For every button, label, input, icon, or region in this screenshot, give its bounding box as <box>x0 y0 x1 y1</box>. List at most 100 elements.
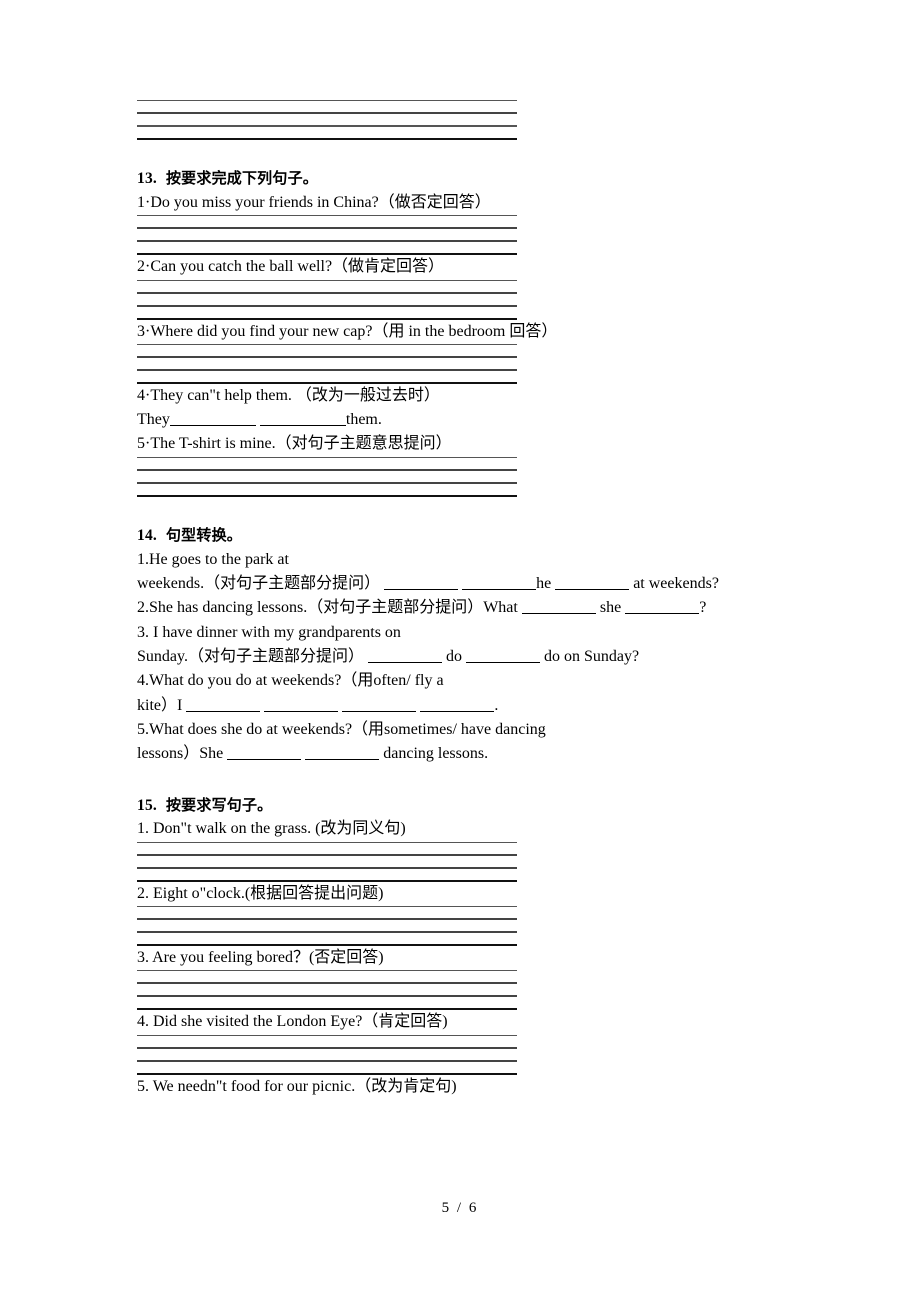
answer-rule <box>137 853 517 856</box>
question-mid: he <box>536 575 552 593</box>
question-suffix: do on Sunday? <box>543 647 640 665</box>
answer-rules-continued <box>137 100 797 140</box>
answer-rule <box>137 355 517 358</box>
answer-blank[interactable] <box>259 409 346 427</box>
question-14-4-line1: 4.What do you do at weekends?（用often/ fl… <box>137 672 444 690</box>
answer-lines-13-1 <box>137 215 797 256</box>
answer-lines-13-5 <box>137 456 797 497</box>
question-suffix: ? <box>699 599 707 617</box>
answer-blank[interactable] <box>186 695 261 712</box>
answer-lines-15-4 <box>137 1034 797 1075</box>
section-15-number: 15. <box>137 796 157 814</box>
page-number: 5 / 6 <box>441 1200 479 1216</box>
answer-blank[interactable] <box>169 409 256 427</box>
answer-rule <box>137 456 517 458</box>
answer-rule <box>137 343 517 345</box>
question-14-3-line2: Sunday.（对句子主题部分提问） do do on Sunday? <box>137 645 797 669</box>
answer-rule <box>137 112 517 114</box>
answer-rule <box>137 1059 517 1062</box>
answer-rule <box>137 304 517 307</box>
question-14-5-line2: lessons）She dancing lessons. <box>137 742 797 766</box>
answer-rule <box>137 125 517 127</box>
section-14-heading: 14. 句型转换。 <box>137 525 797 547</box>
question-13-4: 4·They can"t help them. （改为一般过去时） <box>137 386 440 404</box>
answer-blank[interactable] <box>342 695 417 712</box>
question-13-1: 1·Do you miss your friends in China?（做否定… <box>137 193 491 211</box>
page-content: 13. 按要求完成下列句子。 1·Do you miss your friends… <box>137 100 797 1099</box>
answer-blank[interactable] <box>555 573 630 591</box>
section-15: 15. 按要求写句子。 1. Don"t walk on the grass. (… <box>137 795 797 1099</box>
question-14-2: 2.She has dancing lessons.（对句子主题部分提问）Wha… <box>137 596 797 620</box>
answer-prefix: They <box>137 411 170 429</box>
answer-blank[interactable] <box>465 646 540 663</box>
section-13-title: 按要求完成下列句子。 <box>165 169 318 187</box>
answer-rule <box>137 841 517 843</box>
answer-rule <box>137 291 517 294</box>
answer-blank[interactable] <box>521 597 596 615</box>
question-prefix: weekends.（对句子主题部分提问） <box>137 575 381 593</box>
worksheet-page: 13. 按要求完成下列句子。 1·Do you miss your friends… <box>0 0 920 1302</box>
answer-blank[interactable] <box>367 646 442 663</box>
answer-rule <box>137 866 517 869</box>
answer-rule <box>137 970 517 972</box>
answer-rule <box>137 481 517 484</box>
answer-rule <box>137 918 517 921</box>
answer-blank[interactable] <box>462 573 537 591</box>
answer-lines-15-1 <box>137 841 797 882</box>
answer-rule <box>137 279 517 281</box>
question-14-1-line2: weekends.（对句子主题部分提问） he at weekends? <box>137 572 797 596</box>
question-prefix: kite）I <box>137 696 183 714</box>
answer-rule <box>137 995 517 998</box>
question-13-2: 2·Can you catch the ball well?（做肯定回答） <box>137 258 445 276</box>
question-13-3: 3·Where did you find your new cap?（用 in … <box>137 322 558 340</box>
question-prefix: 2.She has dancing lessons.（对句子主题部分提问）Wha… <box>137 599 518 617</box>
answer-rule <box>137 215 517 217</box>
question-15-3: 3. Are you feeling bored？(否定回答) <box>137 949 384 967</box>
question-13-5: 5·The T-shirt is mine.（对句子主题意思提问） <box>137 435 452 453</box>
answer-rule <box>137 1034 517 1036</box>
question-suffix: dancing lessons. <box>383 745 489 763</box>
answer-blank[interactable] <box>227 743 302 761</box>
question-15-2: 2. Eight o"clock.(根据回答提出问题) <box>137 884 384 902</box>
answer-blank[interactable] <box>420 695 495 712</box>
answer-rule <box>137 368 517 371</box>
question-14-5-line1: 5.What does she do at weekends?（用sometim… <box>137 720 546 738</box>
page-footer: 5 / 6 <box>0 1200 920 1217</box>
section-15-title: 按要求写句子。 <box>165 795 273 814</box>
section-14-number: 14. <box>137 526 157 544</box>
answer-rule <box>137 240 517 243</box>
question-13-4-answer-line: They them. <box>137 408 797 432</box>
question-prefix: Sunday.（对句子主题部分提问） <box>137 647 364 665</box>
answer-lines-13-2 <box>137 279 797 320</box>
answer-rule <box>137 931 517 934</box>
section-13-number: 13. <box>137 170 157 187</box>
question-14-1-line1: 1.He goes to the park at <box>137 550 289 568</box>
answer-lines-13-3 <box>137 343 797 384</box>
question-15-1: 1. Don"t walk on the grass. (改为同义句) <box>137 820 406 838</box>
question-15-4: 4. Did she visited the London Eye?（肯定回答) <box>137 1013 448 1031</box>
answer-lines-15-3 <box>137 970 797 1011</box>
question-mid: she <box>599 599 622 617</box>
question-mid: do <box>445 647 462 665</box>
answer-lines-15-2 <box>137 906 797 947</box>
answer-rule <box>137 227 517 230</box>
section-14-title: 句型转换。 <box>165 525 242 544</box>
question-14-3-line1: 3. I have dinner with my grandparents on <box>137 623 401 641</box>
answer-suffix: them. <box>345 411 382 429</box>
question-14-4-line2: kite）I . <box>137 694 797 718</box>
answer-rule <box>137 100 517 101</box>
answer-blank[interactable] <box>264 695 339 712</box>
answer-rule <box>137 468 517 471</box>
answer-blank[interactable] <box>305 743 380 761</box>
answer-blank[interactable] <box>625 597 700 615</box>
section-15-heading: 15. 按要求写句子。 <box>137 795 797 817</box>
answer-rule <box>137 906 517 908</box>
section-13-heading: 13. 按要求完成下列句子。 <box>137 168 797 190</box>
question-prefix: lessons）She <box>137 745 224 763</box>
answer-blank[interactable] <box>384 573 459 591</box>
question-15-5: 5. We needn"t food for our picnic.（改为肯定句… <box>137 1077 457 1095</box>
question-suffix: . <box>494 696 499 714</box>
answer-rule <box>137 1046 517 1049</box>
section-13: 13. 按要求完成下列句子。 1·Do you miss your friends… <box>137 168 797 497</box>
answer-rule <box>137 982 517 985</box>
